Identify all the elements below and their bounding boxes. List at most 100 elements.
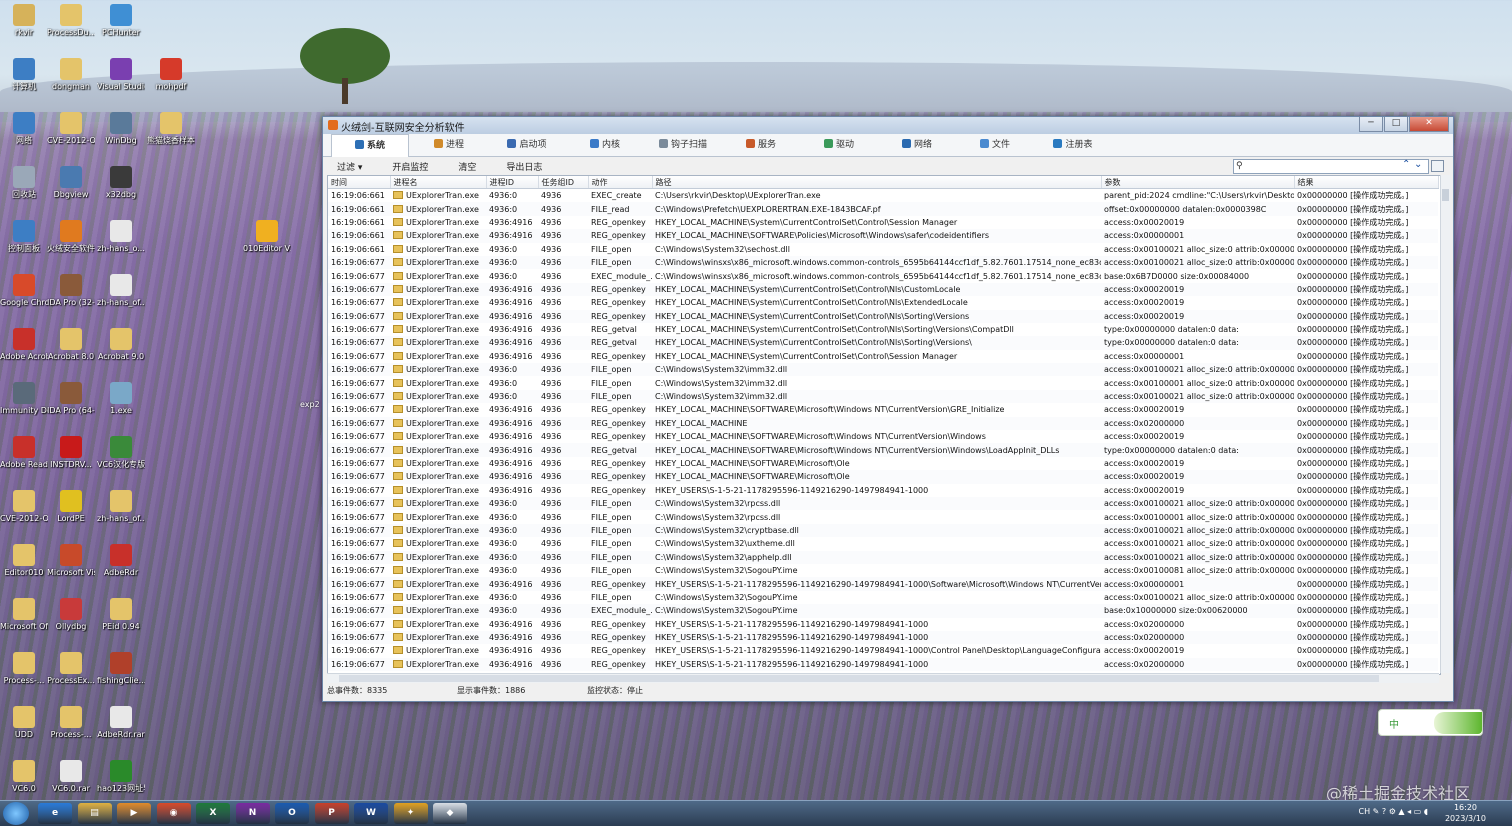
table-row[interactable]: 16:19:06:677 UExplorerTran.exe 4936:0 4936 E… — [328, 269, 1438, 282]
table-row[interactable]: 16:19:06:677 UExplorerTran.exe 4936:4916 49… — [328, 323, 1438, 336]
tab-1[interactable]: 进程 — [411, 134, 487, 156]
desktop-icon[interactable]: dongman — [47, 58, 95, 92]
desktop-icon[interactable]: Process-... — [47, 706, 95, 740]
taskbar-onenote-icon[interactable]: N — [235, 803, 270, 824]
desktop-icon[interactable]: zh-hans_of... — [97, 274, 145, 308]
column-header[interactable]: 时间 — [328, 176, 391, 189]
desktop-icon[interactable]: Adobe Acrobat 8... — [0, 328, 48, 362]
vertical-scroll-thumb[interactable] — [1442, 189, 1449, 201]
desktop-icon[interactable]: rkvir — [0, 4, 48, 38]
desktop-icon[interactable]: IDA Pro (32-bit) — [47, 274, 95, 308]
ime-toolbar[interactable]: 中 — [1378, 709, 1483, 736]
desktop-icon[interactable]: VC6.0.rar — [47, 760, 95, 794]
desktop-icon[interactable]: CVE-2012-OVF Tools... — [0, 490, 48, 524]
taskbar-outlook-icon[interactable]: O — [275, 803, 309, 824]
table-row[interactable]: 16:19:06:677 UExplorerTran.exe 4936:4916 49… — [328, 336, 1438, 350]
table-row[interactable]: 16:19:06:661 UExplorerTran.exe 4936:0 4936 E… — [328, 189, 1438, 203]
search-input[interactable] — [1248, 160, 1398, 172]
desktop-icon[interactable]: Editor010 — [0, 544, 48, 578]
start-button[interactable] — [3, 802, 29, 825]
tab-7[interactable]: 网络 — [879, 134, 955, 156]
tab-4[interactable]: 钩子扫描 — [645, 134, 721, 156]
maximize-button[interactable]: □ — [1384, 117, 1408, 132]
table-row[interactable]: 16:19:06:677 UExplorerTran.exe 4936:4916 49… — [328, 577, 1438, 591]
table-row[interactable]: 16:19:06:677 UExplorerTran.exe 4936:0 4936 F… — [328, 523, 1438, 538]
column-header[interactable]: 参数 — [1101, 176, 1295, 189]
desktop-icon[interactable]: 计算机 — [0, 58, 48, 92]
table-row[interactable]: 16:19:06:677 UExplorerTran.exe 4936:0 4936 F… — [328, 496, 1438, 511]
desktop-icon[interactable]: fishingClie... — [97, 652, 145, 686]
desktop-icon[interactable]: 火绒安全软件 — [47, 220, 95, 254]
desktop-icon[interactable]: PCHunter — [97, 4, 145, 38]
desktop-icon[interactable]: zh-hans_o... — [97, 220, 145, 254]
desktop-icon[interactable]: mohpdf — [147, 58, 195, 92]
ime-mode[interactable]: 中 — [1389, 716, 1399, 731]
system-tray[interactable]: CH ✎ ? ⚙ ▲ ◂ ▭ ◖ — [1359, 807, 1428, 816]
vertical-scrollbar[interactable] — [1440, 175, 1450, 673]
minimize-button[interactable]: ─ — [1359, 117, 1383, 132]
tab-9[interactable]: 注册表 — [1035, 134, 1111, 156]
column-layout-icon[interactable] — [1431, 160, 1444, 172]
tab-5[interactable]: 服务 — [723, 134, 799, 156]
column-header[interactable]: 进程名 — [390, 176, 487, 189]
start-monitor-button[interactable]: 开启监控 — [392, 160, 428, 173]
table-row[interactable]: 16:19:06:677 UExplorerTran.exe 4936:4916 49… — [328, 416, 1438, 431]
table-row[interactable]: 16:19:06:677 UExplorerTran.exe 4936:0 4936 F… — [328, 510, 1438, 523]
desktop-icon[interactable]: x32dbg — [97, 166, 145, 200]
taskbar-media-player-icon[interactable]: ▶ — [117, 803, 151, 824]
table-row[interactable]: 16:19:06:677 UExplorerTran.exe 4936:4916 49… — [328, 296, 1438, 309]
title-bar[interactable]: 火绒剑-互联网安全分析软件 ─ □ ✕ — [323, 117, 1453, 134]
desktop-icon[interactable]: Ollydbg — [47, 598, 95, 632]
desktop-icon[interactable]: IDA Pro (64-bit) — [47, 382, 95, 416]
desktop-icon[interactable]: VC6汉化专版 — [97, 436, 145, 470]
desktop-icon[interactable]: zh-hans_of... — [97, 490, 145, 524]
taskbar-powerpoint-icon[interactable]: P — [314, 803, 349, 824]
table-row[interactable]: 16:19:06:661 UExplorerTran.exe 4936:0 4936 F… — [328, 202, 1438, 216]
tab-6[interactable]: 驱动 — [801, 134, 877, 156]
column-header[interactable]: 动作 — [588, 176, 653, 189]
table-row[interactable]: 16:19:06:661 UExplorerTran.exe 4936:4916 49… — [328, 216, 1438, 229]
table-row[interactable]: 16:19:06:677 UExplorerTran.exe 4936:4916 49… — [328, 430, 1438, 443]
table-row[interactable]: 16:19:06:677 UExplorerTran.exe 4936:0 4936 F… — [328, 363, 1438, 377]
desktop-icon[interactable]: 控制面板 — [0, 220, 48, 254]
tab-0[interactable]: 系统 — [331, 134, 409, 157]
table-row[interactable]: 16:19:06:677 UExplorerTran.exe 4936:4916 49… — [328, 644, 1438, 657]
desktop-icon[interactable]: hao123网址导航 — [97, 760, 145, 794]
desktop-icon[interactable]: ProcessEx... — [47, 652, 95, 686]
search-next-icon[interactable]: ⌄ — [1414, 159, 1422, 170]
table-row[interactable]: 16:19:06:677 UExplorerTran.exe 4936:0 4936 E… — [328, 604, 1438, 618]
export-log-button[interactable]: 导出日志 — [506, 160, 542, 173]
clear-button[interactable]: 清空 — [458, 160, 476, 173]
desktop-icon[interactable]: Visual Studio 2019 — [97, 58, 145, 92]
taskbar-clock[interactable]: 16:20 2023/3/10 — [1445, 802, 1486, 824]
taskbar-explorer-icon[interactable]: ▤ — [77, 803, 112, 824]
filter-button[interactable]: 过滤 ▾ — [337, 160, 362, 173]
column-header[interactable]: 任务组ID — [538, 176, 589, 189]
desktop-icon[interactable]: Immunity Debugger — [0, 382, 48, 416]
taskbar-chrome-icon[interactable]: ◉ — [156, 803, 191, 824]
table-row[interactable]: 16:19:06:677 UExplorerTran.exe 4936:0 4936 F… — [328, 550, 1438, 564]
table-row[interactable]: 16:19:06:677 UExplorerTran.exe 4936:4916 49… — [328, 457, 1438, 470]
taskbar-huorong-sword-icon[interactable]: ✦ — [393, 803, 428, 824]
column-header[interactable]: 进程ID — [486, 176, 539, 189]
tab-8[interactable]: 文件 — [957, 134, 1033, 156]
column-header[interactable]: 路径 — [652, 176, 1102, 189]
horizontal-scrollbar[interactable] — [327, 673, 1439, 683]
desktop-icon[interactable]: Process-... — [0, 652, 48, 686]
desktop-icon[interactable]: LordPE — [47, 490, 95, 524]
desktop-icon[interactable]: CVE-2012-OVF Tools... — [47, 112, 95, 146]
taskbar-ie-icon[interactable]: e — [38, 803, 72, 824]
desktop-icon[interactable]: Microsoft Office 2003 — [0, 598, 48, 632]
table-row[interactable]: 16:19:06:677 UExplorerTran.exe 4936:0 4936 F… — [328, 537, 1438, 550]
close-button[interactable]: ✕ — [1409, 117, 1449, 132]
table-row[interactable]: 16:19:06:677 UExplorerTran.exe 4936:4916 49… — [328, 350, 1438, 363]
table-row[interactable]: 16:19:06:677 UExplorerTran.exe 4936:4916 49… — [328, 282, 1438, 297]
tab-3[interactable]: 内核 — [567, 134, 643, 156]
desktop-icon[interactable]: Acrobat 8.0 — [47, 328, 95, 362]
desktop-icon[interactable]: AdbeRdr — [97, 544, 145, 578]
horizontal-scroll-thumb[interactable] — [339, 675, 1379, 682]
desktop-icon[interactable]: Microsoft Visual Stu... — [47, 544, 95, 578]
table-row[interactable]: 16:19:06:677 UExplorerTran.exe 4936:0 4936 F… — [328, 255, 1438, 270]
desktop-icon[interactable]: INSTDRV... — [47, 436, 95, 470]
table-row[interactable]: 16:19:06:677 UExplorerTran.exe 4936:4916 49… — [328, 484, 1438, 497]
